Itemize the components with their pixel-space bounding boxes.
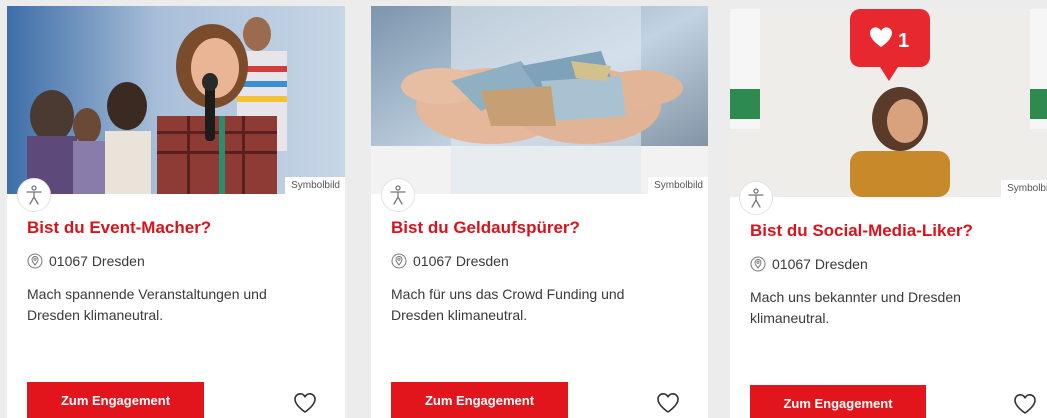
card-title[interactable]: Bist du Social-Media-Liker? (750, 221, 973, 241)
card-image-social[interactable]: 1 Symbolbild (730, 9, 1047, 197)
event-speaker-photo (7, 6, 345, 194)
map-pin-icon (391, 253, 407, 269)
image-caption: Symbolbild (285, 177, 345, 194)
card-title[interactable]: Bist du Event-Macher? (27, 218, 211, 238)
card-description: Mach spannende Veranstaltungen und Dresd… (27, 286, 267, 323)
engagement-card[interactable]: 1 Symbolbild Bist du Social-Media-Liker?… (730, 9, 1047, 418)
engagement-button[interactable]: Zum Engagement (391, 382, 568, 418)
hands-money-photo (371, 6, 708, 194)
image-caption: Symbolbild (648, 177, 708, 194)
card-image-money[interactable]: Symbolbild (371, 6, 708, 194)
accessibility-badge (381, 178, 415, 212)
accessibility-badge (17, 178, 51, 212)
card-location: 01067 Dresden (391, 253, 509, 269)
card-location: 01067 Dresden (750, 256, 868, 272)
heart-outline-icon[interactable] (293, 392, 317, 414)
card-description: Mach für uns das Crowd Funding und Dresd… (391, 286, 625, 323)
accessibility-badge (739, 181, 773, 215)
engagement-card[interactable]: Symbolbild Bist du Event-Macher? 01067 D… (7, 6, 345, 418)
location-text: 01067 Dresden (413, 253, 509, 269)
engagement-button[interactable]: Zum Engagement (27, 382, 204, 418)
card-location: 01067 Dresden (27, 253, 145, 269)
accessibility-person-icon (26, 185, 42, 205)
location-text: 01067 Dresden (49, 253, 145, 269)
heart-outline-icon[interactable] (656, 392, 680, 414)
engagement-card[interactable]: Symbolbild Bist du Geldaufspürer? 01067 … (371, 6, 708, 418)
heart-outline-icon[interactable] (1013, 393, 1037, 415)
map-pin-icon (27, 253, 43, 269)
location-text: 01067 Dresden (772, 256, 868, 272)
image-caption: Symbolbild (1001, 180, 1047, 197)
map-pin-icon (750, 256, 766, 272)
accessibility-person-icon (748, 188, 764, 208)
svg-text:1: 1 (898, 30, 909, 52)
accessibility-person-icon (390, 185, 406, 205)
card-title[interactable]: Bist du Geldaufspürer? (391, 218, 580, 238)
engagement-button[interactable]: Zum Engagement (750, 385, 926, 418)
card-description: Mach uns bekannter und Dresden klimaneut… (750, 289, 961, 326)
card-image-event[interactable]: Symbolbild (7, 6, 345, 194)
social-media-photo: 1 (730, 9, 1047, 197)
